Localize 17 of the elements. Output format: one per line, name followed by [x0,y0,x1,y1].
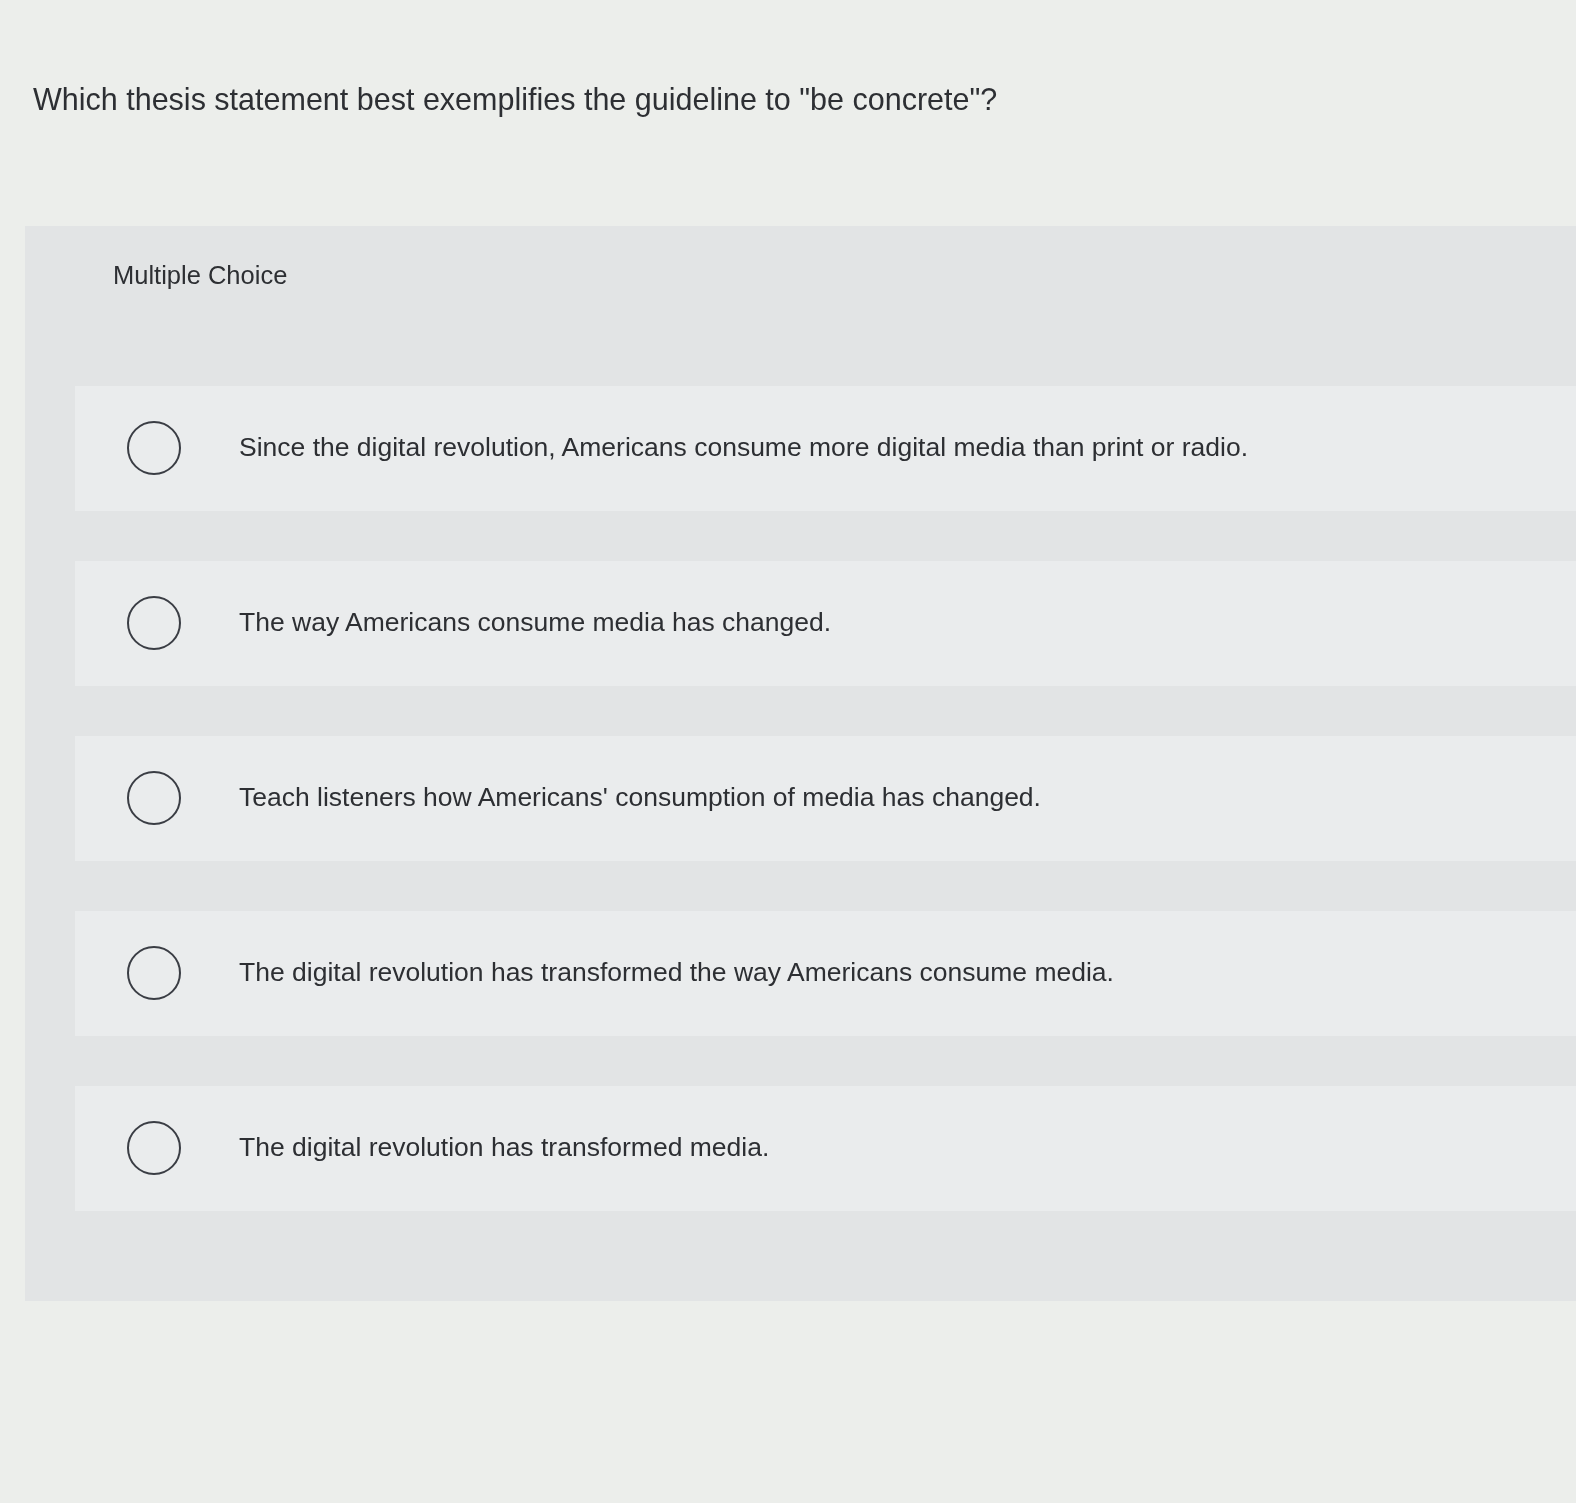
option-text: Teach listeners how Americans' consumption of media has changed. [239,781,1041,815]
radio-button-icon[interactable] [127,771,181,826]
radio-button-icon[interactable] [127,946,181,1001]
radio-button-icon[interactable] [127,421,181,476]
option-text: The digital revolution has transformed the way Americans consume media. [239,956,1114,990]
answer-option[interactable]: The digital revolution has transformed the way Americans consume media. [75,910,1576,1036]
section-heading: Multiple Choice [112,259,289,291]
question-text: Which thesis statement best exemplifies the guideline to "be concrete"? [32,81,999,119]
radio-button-icon[interactable] [127,596,181,651]
option-text: Since the digital revolution, Americans consume more digital media than print or radio. [239,431,1248,465]
radio-button-icon[interactable] [127,1121,181,1176]
option-text: The digital revolution has transformed media. [239,1131,770,1165]
option-text: The way Americans consume media has changed. [239,606,832,640]
answer-option[interactable]: Teach listeners how Americans' consumption of media has changed. [75,735,1576,861]
answer-option[interactable]: Since the digital revolution, Americans consume more digital media than print or radio. [75,385,1576,511]
answer-option[interactable]: The digital revolution has transformed media. [75,1085,1576,1211]
answer-option[interactable]: The way Americans consume media has changed. [75,560,1576,686]
